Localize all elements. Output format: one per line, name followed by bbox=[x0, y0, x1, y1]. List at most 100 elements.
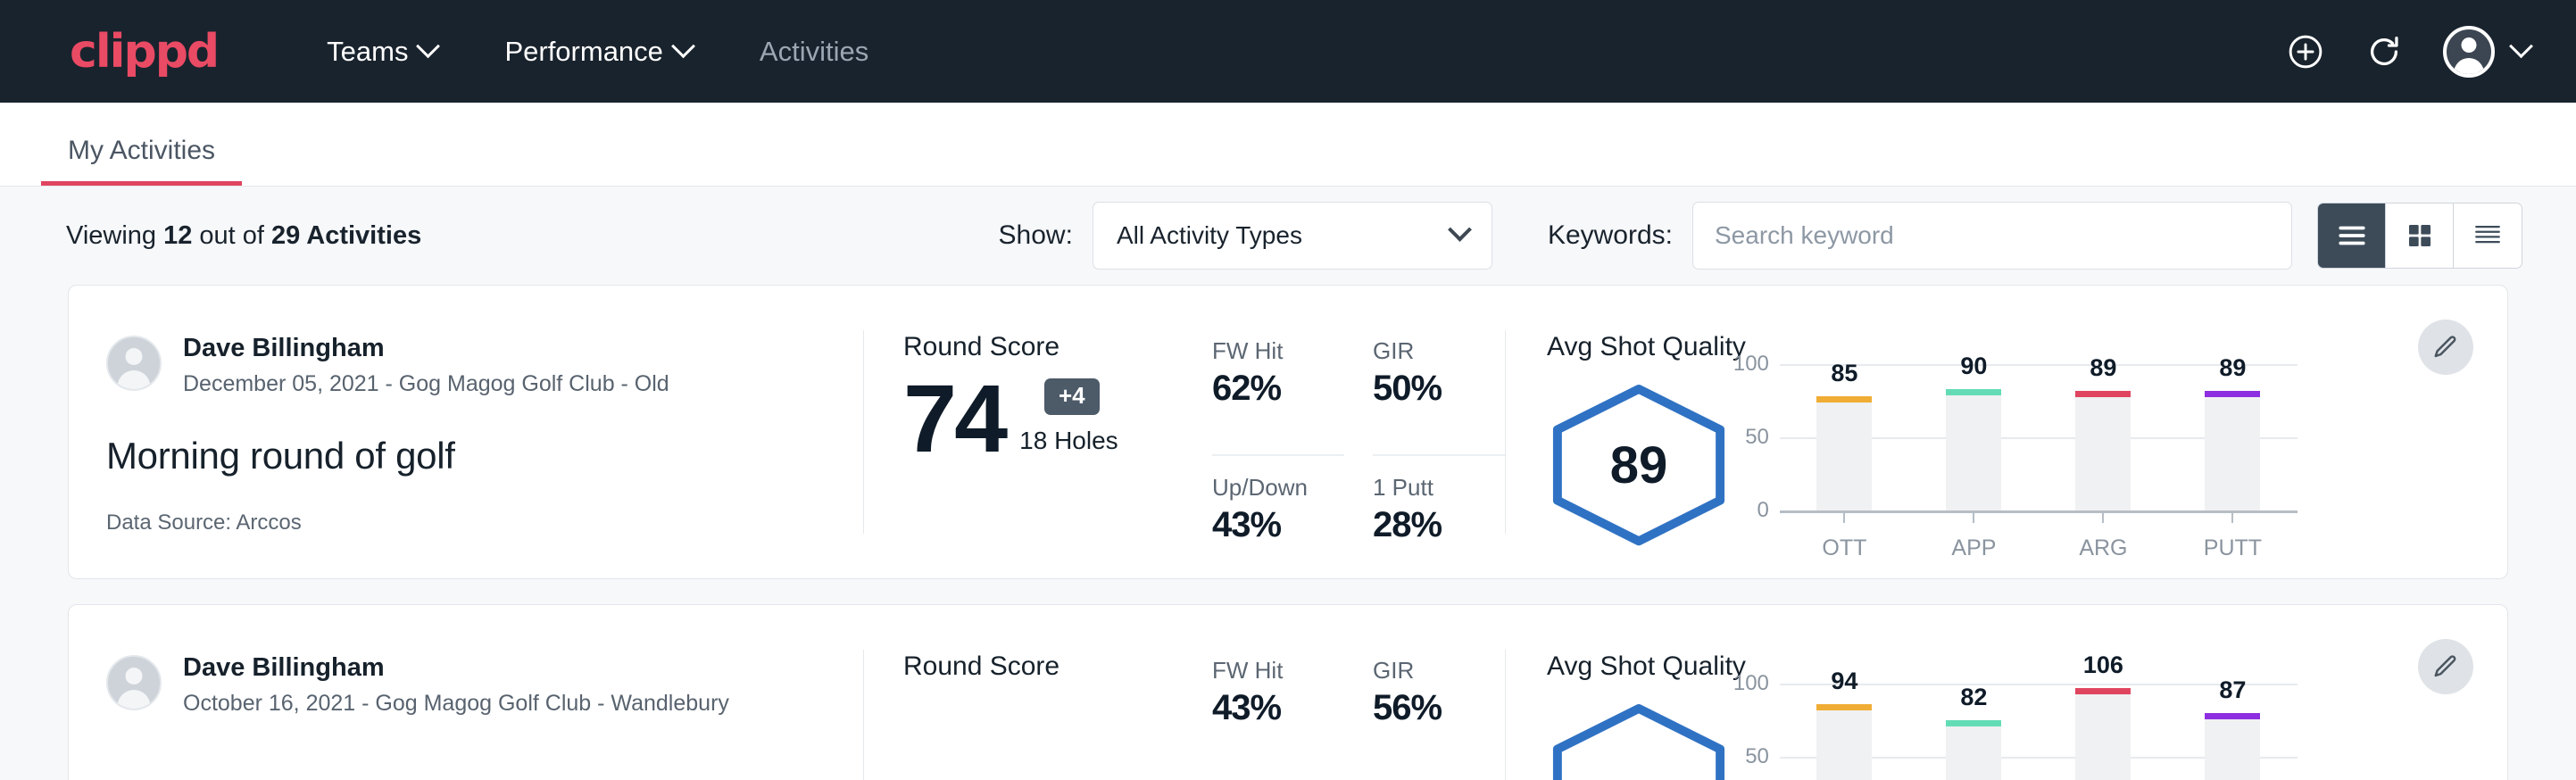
stat-fw-hit: FW Hit 43% bbox=[1212, 657, 1344, 780]
avatar-body bbox=[118, 690, 151, 710]
refresh-icon[interactable] bbox=[2364, 32, 2404, 71]
nav-item-activities-label: Activities bbox=[760, 36, 868, 68]
bar-cap bbox=[2205, 713, 2260, 719]
stats-grid: FW Hit 62% GIR 50% Up/Down 43% 1 Putt 28… bbox=[1212, 332, 1505, 578]
bar-column: 94 OTT bbox=[1780, 684, 1909, 780]
ytick-50: 50 bbox=[1745, 425, 1769, 450]
ytick-100: 100 bbox=[1733, 352, 1769, 377]
activity-card[interactable]: Dave Billingham December 05, 2021 - Gog … bbox=[68, 285, 2508, 579]
bar-cap bbox=[1946, 720, 2001, 726]
stat-label: Up/Down bbox=[1212, 474, 1344, 502]
top-navbar: clippd Teams Performance Activities bbox=[0, 0, 2576, 103]
asq-value: 89 bbox=[1547, 382, 1731, 548]
chevron-down-icon bbox=[417, 34, 441, 58]
avatar-body bbox=[118, 370, 151, 391]
round-score-row: 74 +4 18 Holes bbox=[903, 371, 1212, 466]
plus-circle-icon[interactable] bbox=[2286, 32, 2325, 71]
view-mode-toggle-group bbox=[2317, 203, 2522, 269]
stat-label: GIR bbox=[1373, 657, 1505, 685]
x-label-ott: OTT bbox=[1822, 535, 1866, 561]
stat-label: FW Hit bbox=[1212, 337, 1344, 365]
chevron-down-icon bbox=[1448, 217, 1472, 241]
avatar-body bbox=[2454, 58, 2484, 78]
player-header: Dave Billingham December 05, 2021 - Gog … bbox=[106, 332, 863, 397]
activity-type-select[interactable]: All Activity Types bbox=[1093, 202, 1492, 270]
user-menu[interactable] bbox=[2443, 26, 2530, 78]
keywords-label: Keywords: bbox=[1548, 220, 1673, 251]
stat-gir: GIR 56% bbox=[1373, 657, 1505, 780]
x-tick bbox=[1973, 510, 1974, 523]
stat-label: FW Hit bbox=[1212, 657, 1344, 685]
shot-quality-bar-chart: 100 50 0 85 OTT 90 bbox=[1780, 364, 2298, 548]
stat-label: GIR bbox=[1373, 337, 1505, 365]
ytick-50: 50 bbox=[1745, 744, 1769, 769]
stat-gir: GIR 50% bbox=[1373, 337, 1505, 456]
round-score-block: Round Score bbox=[864, 651, 1212, 780]
round-score-label: Round Score bbox=[903, 332, 1212, 362]
nav-item-teams[interactable]: Teams bbox=[293, 27, 470, 77]
ytick-100: 100 bbox=[1733, 671, 1769, 696]
nav-item-activities[interactable]: Activities bbox=[726, 27, 902, 77]
stat-value: 50% bbox=[1373, 369, 1505, 409]
grid-view-button[interactable] bbox=[2386, 203, 2454, 268]
list-view-button[interactable] bbox=[2318, 203, 2386, 268]
asq-hexagon: 89 bbox=[1547, 382, 1731, 548]
show-label: Show: bbox=[999, 220, 1073, 251]
stat-up-down: Up/Down 43% bbox=[1212, 456, 1344, 578]
search-input[interactable] bbox=[1715, 221, 2270, 250]
viewing-mid: out of bbox=[192, 221, 271, 250]
player-name: Dave Billingham bbox=[183, 332, 669, 364]
viewing-total: 29 Activities bbox=[271, 221, 421, 250]
nav-item-teams-label: Teams bbox=[327, 36, 408, 68]
chevron-down-icon bbox=[671, 34, 695, 58]
round-score-section: Round Score FW Hit 43% GIR 56% bbox=[864, 605, 1505, 780]
stat-value: 28% bbox=[1373, 505, 1505, 545]
player-name: Dave Billingham bbox=[183, 651, 729, 684]
activity-meta: December 05, 2021 - Gog Magog Golf Club … bbox=[183, 371, 669, 397]
pencil-icon bbox=[2432, 334, 2459, 361]
bar-column: 82 APP bbox=[1909, 684, 2039, 780]
player-header: Dave Billingham October 16, 2021 - Gog M… bbox=[106, 651, 863, 717]
holes-label: 18 Holes bbox=[1019, 427, 1118, 466]
avatar-head bbox=[126, 668, 143, 685]
bar-cap bbox=[1816, 704, 1872, 710]
asq-block: Avg Shot Quality bbox=[1506, 651, 1746, 780]
avg-shot-quality-section: Avg Shot Quality 89 100 50 0 bbox=[1506, 286, 2507, 578]
x-label-arg: ARG bbox=[2079, 535, 2127, 561]
avatar-head bbox=[2462, 37, 2477, 53]
activity-summary: Dave Billingham December 05, 2021 - Gog … bbox=[69, 286, 863, 578]
asq-label: Avg Shot Quality bbox=[1547, 651, 1746, 682]
activity-card-list: Dave Billingham December 05, 2021 - Gog … bbox=[0, 285, 2576, 780]
round-score-label: Round Score bbox=[903, 651, 1212, 682]
filter-controls: Show: All Activity Types Keywords: bbox=[999, 202, 2522, 270]
tab-my-activities-label: My Activities bbox=[68, 136, 215, 165]
avatar bbox=[106, 655, 162, 710]
stat-1-putt: 1 Putt 28% bbox=[1373, 456, 1505, 578]
viewing-count: 12 bbox=[163, 221, 192, 250]
nav-item-performance[interactable]: Performance bbox=[470, 27, 725, 77]
shot-quality-bar-chart: 100 50 0 94 OTT 82 bbox=[1780, 684, 2298, 780]
activity-type-select-value: All Activity Types bbox=[1117, 221, 1302, 250]
search-box[interactable] bbox=[1692, 202, 2292, 270]
bar-group: 94 OTT 82 APP bbox=[1780, 684, 2298, 780]
nav-item-performance-label: Performance bbox=[504, 36, 662, 68]
filter-bar: Viewing 12 out of 29 Activities Show: Al… bbox=[0, 187, 2576, 285]
stats-grid: FW Hit 43% GIR 56% bbox=[1212, 651, 1505, 780]
bar-value-putt: 87 bbox=[2219, 676, 2246, 704]
tab-my-activities[interactable]: My Activities bbox=[41, 136, 242, 186]
edit-activity-button[interactable] bbox=[2418, 639, 2473, 694]
clippd-logo[interactable]: clippd bbox=[70, 29, 218, 75]
bar-cap bbox=[2075, 688, 2131, 694]
x-tick bbox=[1843, 510, 1845, 523]
bar-column: 89 ARG bbox=[2039, 364, 2168, 510]
compact-view-button[interactable] bbox=[2454, 203, 2522, 268]
bar-column: 85 OTT bbox=[1780, 364, 1909, 510]
edit-activity-button[interactable] bbox=[2418, 319, 2473, 375]
bar-column: 89 PUTT bbox=[2168, 364, 2298, 510]
bar-value-app: 82 bbox=[1960, 684, 1987, 711]
activity-card[interactable]: Dave Billingham October 16, 2021 - Gog M… bbox=[68, 604, 2508, 780]
viewing-prefix: Viewing bbox=[66, 221, 163, 250]
bar-group: 85 OTT 90 APP bbox=[1780, 364, 2298, 510]
stat-value: 56% bbox=[1373, 688, 1505, 728]
x-label-app: APP bbox=[1951, 535, 1996, 561]
